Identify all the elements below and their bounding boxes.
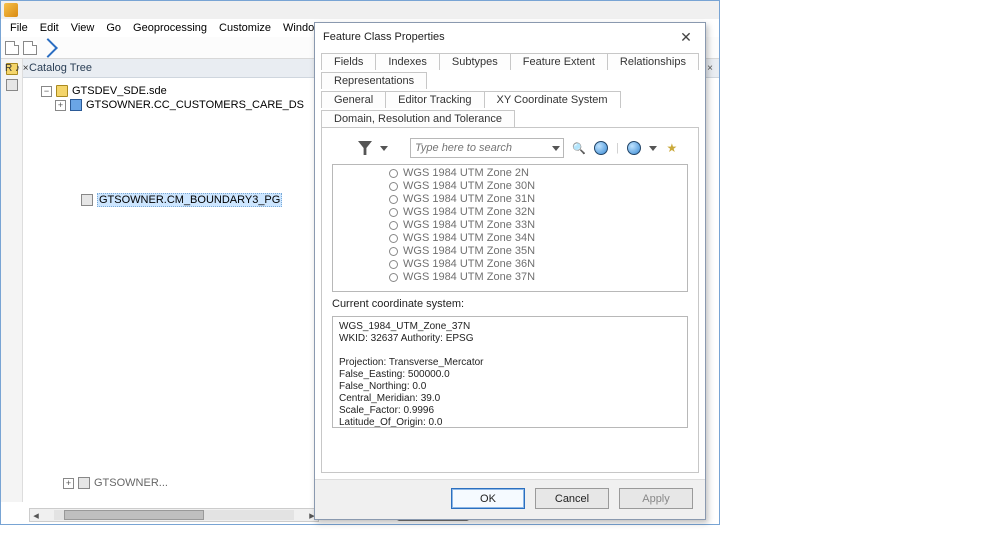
globe-bullet-icon: [389, 182, 398, 191]
connect-icon[interactable]: [38, 38, 58, 58]
feature-class-properties-dialog: Feature Class Properties ✕ FieldsIndexes…: [314, 22, 706, 520]
globe-dropdown-icon[interactable]: [649, 146, 657, 151]
globe-bullet-icon: [389, 195, 398, 204]
globe-bullet-icon: [389, 221, 398, 230]
apply-button[interactable]: Apply: [619, 488, 693, 509]
menu-go[interactable]: Go: [100, 20, 127, 36]
crs-item-label: WGS 1984 UTM Zone 2N: [403, 167, 529, 180]
xy-coordinate-tab-body: 🔍 | ★ WGS 1984 UTM Zone 2NWGS 1984 UTM Z…: [321, 127, 699, 473]
globe-bullet-icon: [389, 169, 398, 178]
menu-geoprocessing[interactable]: Geoprocessing: [127, 20, 213, 36]
cancel-button[interactable]: Cancel: [535, 488, 609, 509]
globe-bullet-icon: [389, 208, 398, 217]
quick-label: R ♪ ×: [5, 63, 29, 74]
expand-icon[interactable]: +: [55, 100, 66, 111]
tab-representations[interactable]: Representations: [321, 72, 427, 89]
dialog-title: Feature Class Properties: [323, 31, 445, 43]
crs-item[interactable]: WGS 1984 UTM Zone 34N: [389, 232, 685, 245]
filter-dropdown-icon[interactable]: [380, 146, 388, 151]
tab-indexes[interactable]: Indexes: [375, 53, 440, 70]
catalog-title: Catalog Tree: [29, 62, 92, 74]
tab-domain-resolution-and-tolerance[interactable]: Domain, Resolution and Tolerance: [321, 110, 515, 127]
crs-item[interactable]: WGS 1984 UTM Zone 31N: [389, 193, 685, 206]
crs-item[interactable]: WGS 1984 UTM Zone 30N: [389, 180, 685, 193]
featureclass-icon: [81, 194, 93, 206]
dialog-tabs: FieldsIndexesSubtypesFeature ExtentRelat…: [315, 51, 705, 127]
crs-item-label: WGS 1984 UTM Zone 32N: [403, 206, 535, 219]
tree-hidden-items: +GTSOWNER...: [63, 476, 168, 490]
current-crs-label: Current coordinate system:: [332, 298, 688, 310]
dialog-button-row: OK Cancel Apply: [315, 479, 705, 519]
globe-bullet-icon: [389, 260, 398, 269]
new-icon[interactable]: [5, 41, 19, 55]
tree-selected-label: GTSOWNER.CM_BOUNDARY3_PG: [97, 193, 282, 207]
crs-item[interactable]: WGS 1984 UTM Zone 33N: [389, 219, 685, 232]
hscrollbar[interactable]: ◂ ▸: [29, 508, 319, 522]
tab-relationships[interactable]: Relationships: [607, 53, 699, 70]
ok-button[interactable]: OK: [451, 488, 525, 509]
titlebar: [1, 1, 719, 19]
menu-customize[interactable]: Customize: [213, 20, 277, 36]
app-icon: [4, 3, 18, 17]
crs-item[interactable]: WGS 1984 UTM Zone 32N: [389, 206, 685, 219]
crs-item[interactable]: WGS 1984 UTM Zone 36N: [389, 258, 685, 271]
crs-item-label: WGS 1984 UTM Zone 35N: [403, 245, 535, 258]
tree-root-label: GTSDEV_SDE.sde: [72, 85, 167, 97]
crs-item[interactable]: WGS 1984 UTM Zone 35N: [389, 245, 685, 258]
collapse-icon[interactable]: −: [41, 86, 52, 97]
crs-item-label: WGS 1984 UTM Zone 31N: [403, 193, 535, 206]
copy-icon[interactable]: [23, 41, 37, 55]
search-dropdown-icon[interactable]: [552, 146, 560, 151]
filter-icon[interactable]: [358, 141, 372, 155]
tab-fields[interactable]: Fields: [321, 53, 376, 70]
search-input[interactable]: [410, 138, 564, 158]
filter-row: 🔍 | ★: [332, 138, 688, 158]
sde-icon: [56, 85, 68, 97]
crs-item[interactable]: WGS 1984 UTM Zone 37N: [389, 271, 685, 284]
zoom-icon[interactable]: 🔍: [572, 141, 586, 155]
menu-edit[interactable]: Edit: [34, 20, 65, 36]
globe-bullet-icon: [389, 234, 398, 243]
menu-view[interactable]: View: [65, 20, 101, 36]
crs-item-label: WGS 1984 UTM Zone 34N: [403, 232, 535, 245]
crs-item-label: WGS 1984 UTM Zone 37N: [403, 271, 535, 284]
globe-bullet-icon: [389, 247, 398, 256]
crs-item-label: WGS 1984 UTM Zone 36N: [403, 258, 535, 271]
menu-file[interactable]: File: [4, 20, 34, 36]
tab-feature-extent[interactable]: Feature Extent: [510, 53, 608, 70]
crs-item-label: WGS 1984 UTM Zone 30N: [403, 180, 535, 193]
crs-details[interactable]: WGS_1984_UTM_Zone_37N WKID: 32637 Author…: [332, 316, 688, 428]
tab-general[interactable]: General: [321, 91, 386, 108]
tab-subtypes[interactable]: Subtypes: [439, 53, 511, 70]
dataset-icon: [70, 99, 82, 111]
side-icon-2[interactable]: [6, 79, 18, 91]
globe-new-icon[interactable]: [594, 141, 608, 155]
dialog-titlebar: Feature Class Properties ✕: [315, 23, 705, 51]
tree-dataset-label: GTSOWNER.CC_CUSTOMERS_CARE_DS: [86, 99, 304, 111]
tab-editor-tracking[interactable]: Editor Tracking: [385, 91, 484, 108]
globe-icon[interactable]: [627, 141, 641, 155]
favorite-icon[interactable]: ★: [665, 141, 679, 155]
crs-item[interactable]: WGS 1984 UTM Zone 2N: [389, 167, 685, 180]
crs-item-label: WGS 1984 UTM Zone 33N: [403, 219, 535, 232]
tab-xy-coordinate-system[interactable]: XY Coordinate System: [484, 91, 621, 108]
side-tab-strip: [1, 59, 23, 502]
globe-bullet-icon: [389, 273, 398, 282]
crs-list[interactable]: WGS 1984 UTM Zone 2NWGS 1984 UTM Zone 30…: [332, 164, 688, 292]
close-icon[interactable]: ✕: [675, 26, 697, 48]
